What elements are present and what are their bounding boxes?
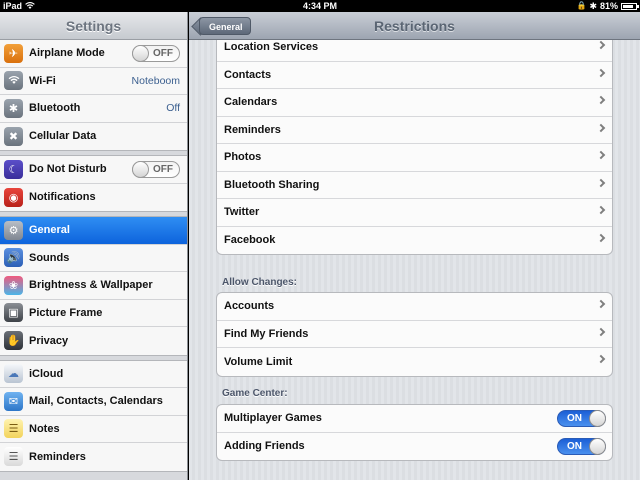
chevron-right-icon (596, 233, 606, 242)
sidebar-item-airplane-mode[interactable]: ✈ Airplane Mode OFF (0, 40, 187, 68)
list-item-calendars[interactable]: Calendars (217, 89, 612, 117)
notes-icon: ☰ (4, 419, 23, 439)
sidebar-item-do-not-disturb[interactable]: ☾ Do Not Disturb OFF (0, 156, 187, 184)
privacy-settings-list: Location Services Contacts Calendars Rem… (216, 33, 613, 255)
chevron-right-icon (596, 40, 606, 50)
list-item-facebook[interactable]: Facebook (217, 227, 612, 255)
sidebar-title: Settings (0, 12, 187, 40)
status-bar: iPad 4:34 PM 🔒 ✱ 81% (0, 0, 640, 12)
sidebar-item-sounds[interactable]: 🔊 Sounds (0, 245, 187, 272)
chevron-right-icon (596, 68, 606, 77)
sidebar-item-notifications[interactable]: ◉ Notifications (0, 184, 187, 212)
chevron-right-icon (596, 205, 606, 215)
hand-icon: ✋ (4, 331, 23, 351)
chevron-right-icon (596, 327, 606, 336)
restrictions-content[interactable]: Location Services Contacts Calendars Rem… (189, 33, 640, 480)
allow-changes-list: Accounts Find My Friends Volume Limit (216, 292, 613, 377)
game-center-header: Game Center: (222, 388, 288, 399)
allow-changes-header: Allow Changes: (222, 277, 298, 288)
settings-sidebar: Settings ✈ Airplane Mode OFF Wi-Fi Noteb… (0, 12, 188, 480)
list-item-photos[interactable]: Photos (217, 144, 612, 172)
gear-icon: ⚙ (4, 220, 23, 240)
wifi-network-value: Noteboom (131, 74, 180, 87)
flower-icon: ❀ (4, 275, 23, 295)
list-item-accounts[interactable]: Accounts (217, 293, 612, 321)
chevron-right-icon (596, 178, 606, 187)
game-center-list: Multiplayer Games ON Adding Friends ON (216, 404, 613, 461)
airplane-mode-toggle[interactable]: OFF (132, 45, 180, 62)
sidebar-item-notes[interactable]: ☰ Notes (0, 416, 187, 443)
bluetooth-icon: ✱ (589, 1, 597, 11)
sidebar-group-device: ⚙ General 🔊 Sounds ❀ Brightness & Wallpa… (0, 216, 187, 356)
sidebar-item-icloud[interactable]: ☁ iCloud (0, 361, 187, 388)
picture-frame-icon: ▣ (4, 303, 23, 323)
list-item-bluetooth-sharing[interactable]: Bluetooth Sharing (217, 172, 612, 199)
battery-percent: 81% (599, 1, 618, 11)
notifications-icon: ◉ (4, 187, 23, 207)
sidebar-item-privacy[interactable]: ✋ Privacy (0, 327, 187, 355)
speaker-icon: 🔊 (4, 248, 23, 268)
reminders-icon: ☰ (4, 447, 23, 467)
bluetooth-icon: ✱ (4, 98, 23, 118)
list-item-reminders[interactable]: Reminders (217, 117, 612, 144)
lock-icon: 🔒 (576, 1, 587, 10)
chevron-right-icon (596, 95, 606, 105)
adding-friends-toggle[interactable]: ON (557, 437, 606, 455)
cloud-icon: ☁ (4, 364, 23, 384)
moon-icon: ☾ (4, 159, 23, 179)
sidebar-item-reminders[interactable]: ☰ Reminders (0, 443, 187, 471)
sidebar-item-mail-contacts-calendars[interactable]: ✉ Mail, Contacts, Calendars (0, 388, 187, 416)
navigation-bar: General Restrictions (189, 12, 640, 40)
sidebar-item-wifi[interactable]: Wi-Fi Noteboom (0, 68, 187, 95)
cellular-icon: ✖ (4, 126, 23, 146)
sidebar-item-general[interactable]: ⚙ General (0, 217, 187, 245)
list-item-contacts[interactable]: Contacts (217, 62, 612, 89)
list-item-multiplayer-games: Multiplayer Games ON (217, 405, 612, 433)
chevron-right-icon (596, 354, 606, 364)
chevron-right-icon (596, 123, 606, 132)
wifi-icon (4, 71, 23, 91)
list-item-volume-limit[interactable]: Volume Limit (217, 348, 612, 376)
sidebar-group-accounts: ☁ iCloud ✉ Mail, Contacts, Calendars ☰ N… (0, 359, 187, 472)
restrictions-panel: General Restrictions Location Services C… (189, 12, 640, 480)
multiplayer-games-toggle[interactable]: ON (557, 410, 606, 427)
sidebar-item-cellular-data[interactable]: ✖ Cellular Data (0, 123, 187, 151)
airplane-icon: ✈ (4, 43, 23, 63)
sidebar-item-bluetooth[interactable]: ✱ Bluetooth Off (0, 95, 187, 123)
mail-icon: ✉ (4, 391, 23, 411)
sidebar-group-connectivity: ✈ Airplane Mode OFF Wi-Fi Noteboom ✱ Blu… (0, 40, 187, 151)
battery-icon (621, 2, 639, 10)
clock: 4:34 PM (302, 1, 337, 11)
chevron-right-icon (596, 150, 606, 160)
sidebar-group-notifications: ☾ Do Not Disturb OFF ◉ Notifications (0, 155, 187, 212)
sidebar-item-picture-frame[interactable]: ▣ Picture Frame (0, 300, 187, 327)
list-item-twitter[interactable]: Twitter (217, 199, 612, 227)
do-not-disturb-toggle[interactable]: OFF (132, 161, 180, 178)
sidebar-item-brightness-wallpaper[interactable]: ❀ Brightness & Wallpaper (0, 272, 187, 300)
list-item-find-my-friends[interactable]: Find My Friends (217, 321, 612, 348)
chevron-right-icon (596, 299, 606, 309)
page-title: Restrictions (374, 18, 455, 34)
bluetooth-value: Off (166, 102, 180, 115)
list-item-adding-friends: Adding Friends ON (217, 433, 612, 461)
